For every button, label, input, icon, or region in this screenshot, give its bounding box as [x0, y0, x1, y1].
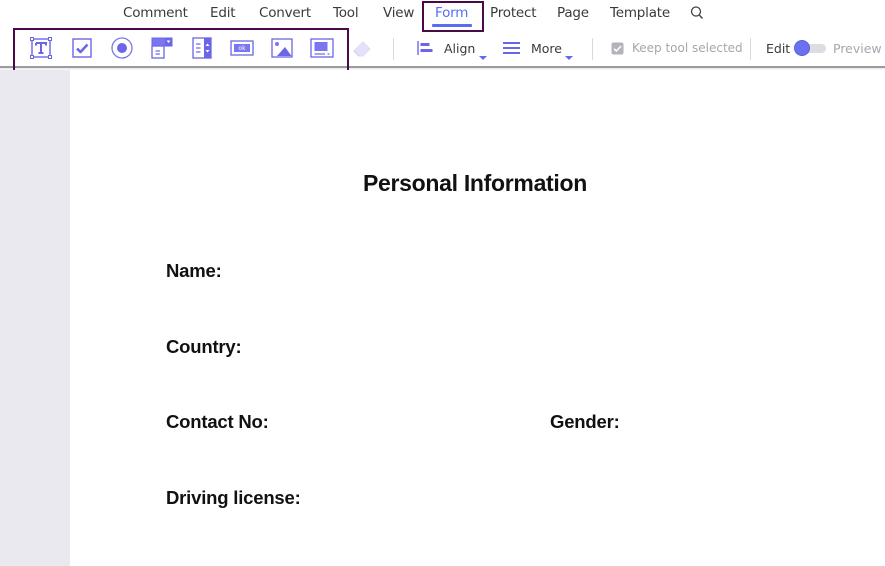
- align-dropdown-caret: [479, 56, 487, 60]
- toolbar-separator: [750, 38, 751, 60]
- align-button[interactable]: Align: [412, 28, 490, 68]
- field-label-gender: Gender:: [550, 411, 620, 432]
- menu-comment[interactable]: Comment: [123, 5, 188, 21]
- more-label: More: [531, 41, 562, 56]
- menu-edit[interactable]: Edit: [210, 5, 236, 21]
- document-title: Personal Information: [362, 170, 588, 196]
- search-icon[interactable]: [690, 5, 704, 25]
- field-label-contact-no: Contact No:: [166, 411, 269, 432]
- menu-view[interactable]: View: [383, 5, 414, 21]
- align-label: Align: [444, 41, 476, 56]
- checkbox-checked-icon: [611, 42, 624, 55]
- keep-tool-selected-checkbox[interactable]: Keep tool selected: [608, 28, 743, 68]
- toolbar-separator: [393, 38, 394, 60]
- align-left-icon: [417, 41, 433, 55]
- toolbar-separator: [592, 38, 593, 60]
- mode-toggle-knob[interactable]: [794, 40, 810, 56]
- field-label-name: Name:: [166, 260, 222, 281]
- field-label-driving-license: Driving license:: [166, 487, 301, 508]
- menu-tool[interactable]: Tool: [333, 5, 359, 21]
- menu-lines-icon: [503, 42, 520, 54]
- edit-mode-label[interactable]: Edit: [766, 41, 790, 56]
- preview-mode-label[interactable]: Preview: [833, 41, 882, 56]
- eraser-icon: [353, 41, 371, 57]
- menu-convert[interactable]: Convert: [259, 5, 311, 21]
- left-gutter: [0, 70, 70, 566]
- more-button[interactable]: More: [500, 28, 578, 68]
- keep-tool-selected-label: Keep tool selected: [632, 41, 743, 55]
- form-tab-highlight: [422, 1, 484, 32]
- menu-protect[interactable]: Protect: [490, 5, 537, 21]
- menu-page[interactable]: Page: [557, 5, 589, 21]
- field-label-country: Country:: [166, 336, 242, 357]
- menu-template[interactable]: Template: [610, 5, 670, 21]
- more-dropdown-caret: [565, 56, 573, 60]
- eraser-tool: [350, 36, 374, 60]
